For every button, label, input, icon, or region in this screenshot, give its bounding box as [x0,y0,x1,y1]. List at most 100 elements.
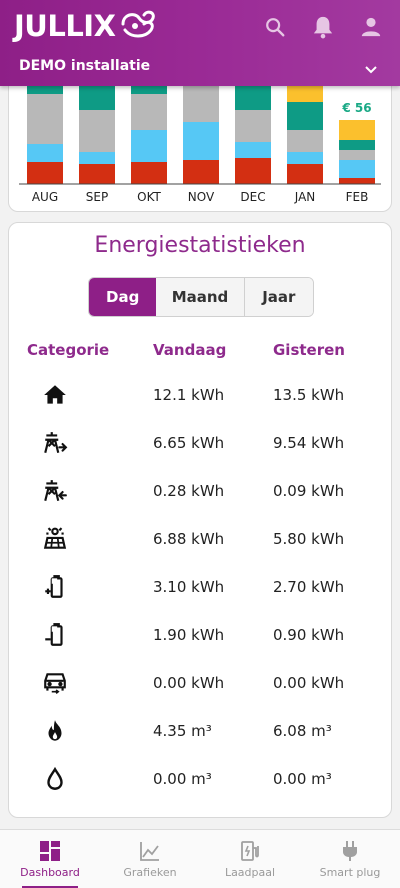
bar-segment-jan-grey [287,130,323,152]
bar-annotation-label: € 56 [341,101,371,115]
battery-discharge-icon [42,622,68,648]
bar-segment-jan-yellow [287,84,323,102]
grid-export-icon [42,478,68,504]
stats-row-solar: 6.88 kWh 5.80 kWh [9,516,391,564]
plug-icon [338,839,362,863]
nav-label: Grafieken [123,866,177,879]
nav-label: Dashboard [20,866,80,879]
yesterday-value: 5.80 kWh [273,530,345,548]
stats-row-grid-import: 6.65 kWh 9.54 kWh [9,420,391,468]
x-tick-label: JAN [294,190,316,204]
yesterday-value: 0.00 m³ [273,770,332,788]
battery-charge-icon [42,574,68,600]
nav-label: Smart plug [319,866,381,879]
x-tick-label: AUG [32,190,58,204]
bar-segment-dec-red [235,158,271,184]
solar-panel-icon [42,526,68,552]
tab-jaar[interactable]: Jaar [244,278,313,316]
bar-segment-jan-teal [287,102,323,130]
bar-segment-sep-blue [79,152,115,164]
column-header-today: Vandaag [153,341,227,359]
nav-grafieken[interactable]: Grafieken [100,830,200,888]
monthly-stacked-bar-chart: AUG SEP OKT NOV DEC JAN FEB € 56 [19,78,381,204]
stats-title: Energiestatistieken [94,233,306,258]
bar-segment-dec-blue [235,142,271,158]
search-icon[interactable] [262,14,288,40]
period-toggle: Dag Maand Jaar [88,277,314,317]
gas-flame-icon [42,718,68,744]
today-value: 0.28 kWh [153,482,225,500]
bar-segment-jan-red [287,164,323,184]
stats-row-grid-export: 0.28 kWh 0.09 kWh [9,468,391,516]
bar-segment-feb-grey [339,150,375,160]
bar-segment-okt-red [131,162,167,184]
installation-selector-label[interactable]: DEMO installatie [19,58,150,74]
today-value: 1.90 kWh [153,626,225,644]
today-value: 4.35 m³ [153,722,212,740]
jullix-logo[interactable]: JULLIX [14,8,161,44]
yesterday-value: 6.08 m³ [273,722,332,740]
today-value: 3.10 kWh [153,578,225,596]
ev-car-icon [42,670,68,696]
yesterday-value: 0.09 kWh [273,482,345,500]
today-value: 0.00 m³ [153,770,212,788]
chart-line-icon [138,839,162,863]
bar-segment-okt-blue [131,130,167,162]
x-tick-label: OKT [137,190,161,204]
yesterday-value: 0.90 kWh [273,626,345,644]
bar-segment-dec-teal [235,82,271,110]
tab-dag[interactable]: Dag [89,278,157,316]
today-value: 0.00 kWh [153,674,225,692]
bar-segment-aug-grey [27,94,63,144]
bar-segment-sep-grey [79,110,115,152]
nav-label: Laadpaal [224,866,276,879]
bar-segment-feb-blue [339,160,375,178]
water-drop-icon [42,766,68,792]
bottom-navigation: Dashboard Grafieken Laadpaal Smart plug [0,829,400,888]
today-value: 6.65 kWh [153,434,225,452]
yesterday-value: 0.00 kWh [273,674,345,692]
bar-segment-feb-teal [339,140,375,150]
bar-segment-feb-red [339,178,375,184]
account-icon[interactable] [358,14,384,40]
logo-plug-icon [117,8,161,44]
nav-laadpaal[interactable]: Laadpaal [200,830,300,888]
x-tick-label: DEC [240,190,265,204]
nav-dashboard[interactable]: Dashboard [0,830,100,888]
stats-row-battery-charge: 3.10 kWh 2.70 kWh [9,564,391,612]
ev-charger-icon [238,839,262,863]
today-value: 6.88 kWh [153,530,225,548]
dashboard-icon [38,839,62,863]
bar-segment-aug-blue [27,144,63,162]
yesterday-value: 13.5 kWh [273,386,345,404]
bar-segment-sep-red [79,164,115,184]
bar-segment-nov-red [183,160,219,184]
monthly-cost-chart-card: AUG SEP OKT NOV DEC JAN FEB € 56 [8,70,392,212]
stats-row-home: 12.1 kWh 13.5 kWh [9,372,391,420]
app-header: JULLIX DEMO installatie [0,0,400,86]
bar-segment-sep-teal [79,86,115,110]
x-tick-label: NOV [188,190,215,204]
chevron-down-icon[interactable] [364,60,378,79]
today-value: 12.1 kWh [153,386,225,404]
logo-text: JULLIX [14,9,116,43]
bar-segment-aug-teal [27,86,63,94]
stats-row-ev: 0.00 kWh 0.00 kWh [9,660,391,708]
bar-segment-jan-blue [287,152,323,164]
column-header-yesterday: Gisteren [273,341,345,359]
bell-icon[interactable] [310,14,336,40]
yesterday-value: 2.70 kWh [273,578,345,596]
bar-segment-nov-blue [183,122,219,160]
yesterday-value: 9.54 kWh [273,434,345,452]
column-header-category: Categorie [27,341,110,359]
bar-segment-aug-red [27,162,63,184]
home-icon [42,382,68,408]
stats-row-battery-discharge: 1.90 kWh 0.90 kWh [9,612,391,660]
x-tick-label: FEB [346,190,369,204]
bar-segment-feb-yellow [339,120,375,140]
x-tick-label: SEP [86,190,108,204]
tab-maand[interactable]: Maand [156,278,245,316]
energy-stats-card: Energiestatistieken Dag Maand Jaar Categ… [8,222,392,818]
stats-row-gas: 4.35 m³ 6.08 m³ [9,708,391,756]
nav-smart-plug[interactable]: Smart plug [300,830,400,888]
